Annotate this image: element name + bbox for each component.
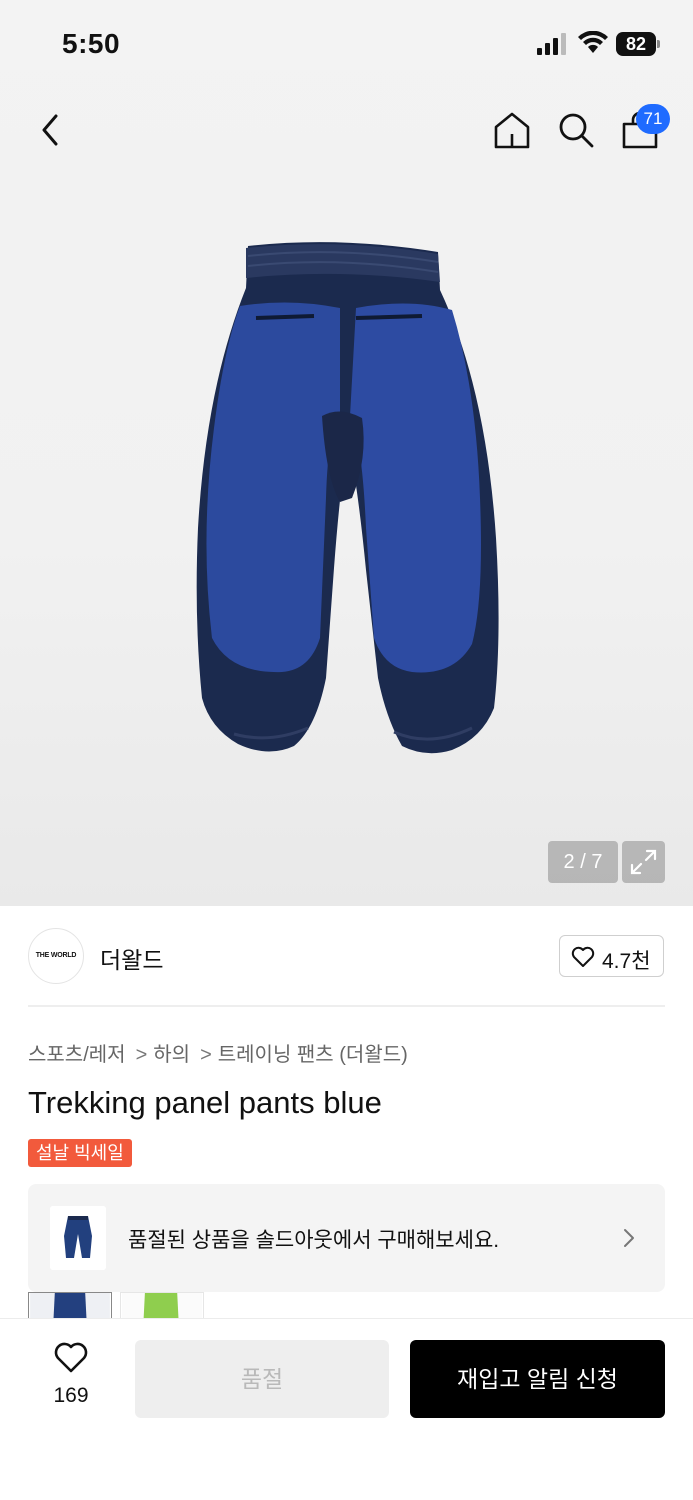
cart-count-badge: 71 [636, 104, 670, 134]
soldout-promo-banner[interactable]: 품절된 상품을 솔드아웃에서 구매해보세요. [28, 1184, 665, 1292]
status-time: 5:50 [62, 28, 121, 59]
wishlist-button[interactable]: 169 [40, 1342, 102, 1412]
image-counter: 2 / 7 [548, 841, 618, 883]
color-option-blue[interactable] [28, 1292, 112, 1318]
divider [28, 1005, 665, 1007]
product-detail-page: 5:50 82 71 2 / 7 THE WORLD 더왈드 4.7천 스포츠/… [0, 0, 693, 1500]
product-thumbnail [50, 1206, 106, 1270]
brand-name[interactable]: 더왈드 [100, 941, 163, 975]
home-icon[interactable] [492, 110, 532, 150]
soldout-promo-text: 품절된 상품을 솔드아웃에서 구매해보세요. [128, 1229, 500, 1252]
chevron-right-icon [624, 1229, 634, 1247]
sale-badge: 설날 빅세일 [28, 1139, 132, 1167]
color-thumbnail-strip [28, 1292, 288, 1318]
breadcrumb: 스포츠/레저 > 하의 > 트레이닝 팬츠 (더왈드) [28, 1038, 408, 1067]
breadcrumb-sports-leisure[interactable]: 스포츠/레저 [28, 1044, 126, 1066]
cellular-signal-icon [537, 33, 566, 55]
battery-icon: 82 [616, 32, 660, 56]
breadcrumb-separator: > [135, 1044, 148, 1066]
breadcrumb-bottoms[interactable]: 하의 [153, 1044, 190, 1066]
product-gallery[interactable]: 5:50 82 71 2 / 7 [0, 0, 693, 906]
product-title: Trekking panel pants blue [28, 1085, 382, 1120]
breadcrumb-separator: > [200, 1044, 212, 1066]
search-icon[interactable] [556, 110, 596, 150]
brand-like-button[interactable]: 4.7천 [559, 935, 664, 977]
product-image-pants[interactable] [190, 238, 506, 758]
heart-icon [571, 946, 595, 967]
brand-like-count: 4.7천 [602, 950, 651, 973]
status-bar: 5:50 82 [0, 0, 693, 90]
restock-alert-button[interactable]: 재입고 알림 신청 [410, 1340, 665, 1418]
breadcrumb-training-pants[interactable]: 트레이닝 팬츠 (더왈드) [218, 1044, 408, 1066]
wishlist-count: 169 [53, 1384, 89, 1407]
battery-level: 82 [616, 32, 656, 56]
color-option-green[interactable] [120, 1292, 204, 1318]
brand-logo[interactable]: THE WORLD [28, 928, 84, 984]
wifi-icon [578, 31, 608, 53]
expand-icon[interactable] [622, 841, 665, 883]
soldout-button: 품절 [135, 1340, 389, 1418]
heart-icon [54, 1342, 88, 1373]
back-arrow-icon[interactable] [36, 112, 66, 148]
